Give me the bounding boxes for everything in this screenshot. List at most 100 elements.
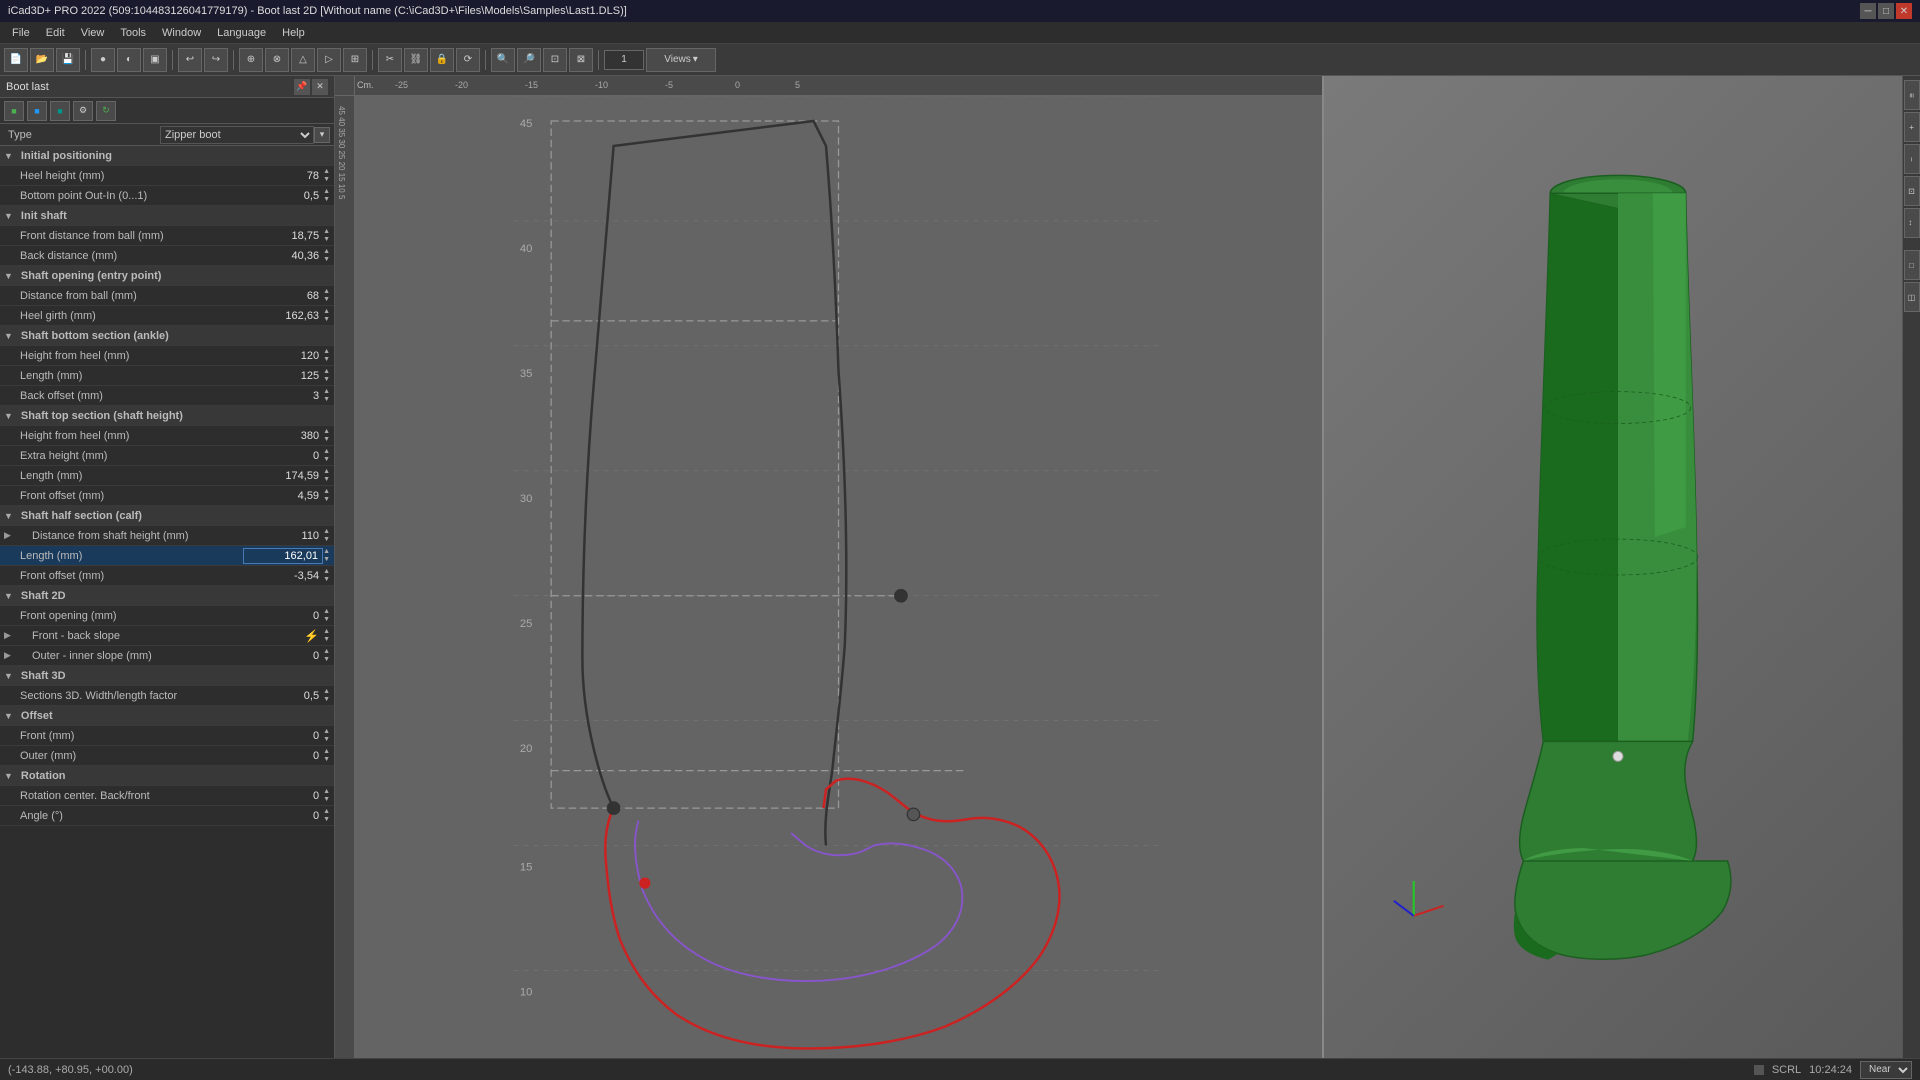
pt-refresh-btn[interactable]: ↻ — [96, 101, 116, 121]
tool-btn-4[interactable]: ⊕ — [239, 48, 263, 72]
type-row: Type Zipper boot Chelsea boot Ankle boot… — [0, 124, 334, 146]
circle-button[interactable]: ● — [91, 48, 115, 72]
rs-btn-4[interactable]: ⊡ — [1904, 176, 1920, 206]
tool-btn-3[interactable]: ▣ — [143, 48, 167, 72]
close-button[interactable]: ✕ — [1896, 3, 1912, 19]
section-label-shaft-half: Shaft half section (calf) — [17, 510, 330, 522]
tool-btn-8[interactable]: ⊞ — [343, 48, 367, 72]
zoom-out-button[interactable]: 🔎 — [517, 48, 541, 72]
tool-btn-10[interactable]: ⛓ — [404, 48, 428, 72]
new-button[interactable]: 📄 — [4, 48, 28, 72]
redo-button[interactable]: ↪ — [204, 48, 228, 72]
section-shaft-2d[interactable]: ▼ Shaft 2D — [0, 586, 334, 606]
maximize-button[interactable]: □ — [1878, 3, 1894, 19]
expand-arrow-dist[interactable]: ▶ — [4, 530, 16, 541]
menu-file[interactable]: File — [4, 25, 38, 41]
section-offset[interactable]: ▼ Offset — [0, 706, 334, 726]
pt-green-btn[interactable]: ■ — [4, 101, 24, 121]
section-init-shaft[interactable]: ▼ Init shaft — [0, 206, 334, 226]
rs-btn-3[interactable]: − — [1904, 144, 1920, 174]
left-panel: Boot last 📌 ✕ ■ ■ ■ ⚙ ↻ Type Zipper boot… — [0, 76, 335, 1058]
section-label-rotation: Rotation — [17, 770, 330, 782]
rs-btn-2[interactable]: + — [1904, 112, 1920, 142]
prop-heel-height: Heel height (mm) 78 ▲▼ — [0, 166, 334, 186]
menu-tools[interactable]: Tools — [112, 25, 154, 41]
tool-btn-2[interactable]: ◐ — [117, 48, 141, 72]
section-arrow-rotation: ▼ — [4, 771, 13, 781]
save-button[interactable]: 💾 — [56, 48, 80, 72]
rs-btn-6[interactable]: □ — [1904, 250, 1920, 280]
front-offset-half-arrows: ▲▼ — [323, 568, 330, 584]
pt-teal-btn[interactable]: ■ — [50, 101, 70, 121]
prop-heel-girth: Heel girth (mm) 162,63 ▲▼ — [0, 306, 334, 326]
tool-btn-7[interactable]: ▷ — [317, 48, 341, 72]
lock-button[interactable]: 🔒 — [430, 48, 454, 72]
boot-2d-svg: 45 40 35 30 25 20 15 10 — [355, 96, 1322, 1058]
tool-btn-12[interactable]: ⊠ — [569, 48, 593, 72]
type-arrow-btn[interactable]: ▾ — [314, 127, 330, 143]
menu-view[interactable]: View — [73, 25, 113, 41]
section-arrow-init-shaft: ▼ — [4, 211, 13, 221]
section-rotation[interactable]: ▼ Rotation — [0, 766, 334, 786]
views-dropdown[interactable]: Views▾ — [646, 48, 716, 72]
section-arrow-initial: ▼ — [4, 151, 13, 161]
right-sidebar: ≡ + − ⊡ ↔ □ ◫ — [1902, 76, 1920, 1058]
rs-btn-1[interactable]: ≡ — [1904, 80, 1920, 110]
prop-value-front-offset-half: -3,54 — [233, 570, 323, 582]
prop-label-front-dist-ball: Front distance from ball (mm) — [4, 230, 233, 242]
prop-rotation-center: Rotation center. Back/front 0 ▲▼ — [0, 786, 334, 806]
pt-tool-btn[interactable]: ⚙ — [73, 101, 93, 121]
prop-label-back-offset-bottom: Back offset (mm) — [4, 390, 233, 402]
ruler-label-0: 0 — [735, 80, 740, 90]
rotation-center-arrows: ▲▼ — [323, 788, 330, 804]
expand-arrow-slope[interactable]: ▶ — [4, 630, 16, 641]
prop-sections-3d: Sections 3D. Width/length factor 0,5 ▲▼ — [0, 686, 334, 706]
viewport-2d[interactable]: Cm. -25 -20 -15 -10 -5 0 5 45 40 35 30 2… — [335, 76, 1322, 1058]
tool-btn-11[interactable]: ⟳ — [456, 48, 480, 72]
viewport-3d[interactable] — [1322, 76, 1902, 1058]
tool-btn-9[interactable]: ✂ — [378, 48, 402, 72]
tool-btn-5[interactable]: ⊗ — [265, 48, 289, 72]
panel-close-button[interactable]: ✕ — [312, 79, 328, 95]
open-button[interactable]: 📂 — [30, 48, 54, 72]
views-label: Views — [664, 54, 691, 65]
minimize-button[interactable]: ─ — [1860, 3, 1876, 19]
zoom-fit-button[interactable]: ⊡ — [543, 48, 567, 72]
section-shaft-bottom[interactable]: ▼ Shaft bottom section (ankle) — [0, 326, 334, 346]
expand-arrow-outer[interactable]: ▶ — [4, 650, 16, 661]
rs-btn-7[interactable]: ◫ — [1904, 282, 1920, 312]
section-shaft-opening[interactable]: ▼ Shaft opening (entry point) — [0, 266, 334, 286]
canvas-area[interactable]: 45 40 35 30 25 20 15 10 — [355, 96, 1322, 1058]
toolbar-sep-1 — [85, 50, 86, 70]
section-label-shaft-3d: Shaft 3D — [17, 670, 330, 682]
section-shaft-3d[interactable]: ▼ Shaft 3D — [0, 666, 334, 686]
section-shaft-top[interactable]: ▼ Shaft top section (shaft height) — [0, 406, 334, 426]
front-dist-ball-arrows: ▲▼ — [323, 228, 330, 244]
prop-front-back-slope[interactable]: ▶ Front - back slope ⚡ ▲▼ — [0, 626, 334, 646]
prop-length-half[interactable]: Length (mm) ▲▼ — [0, 546, 334, 566]
prop-value-outer-inner-slope: 0 — [233, 650, 323, 662]
undo-button[interactable]: ↩ — [178, 48, 202, 72]
extra-height-arrows: ▲▼ — [323, 448, 330, 464]
panel-pin-button[interactable]: 📌 — [294, 79, 310, 95]
menu-edit[interactable]: Edit — [38, 25, 73, 41]
prop-label-length-half: Length (mm) — [4, 550, 243, 562]
prop-value-front-dist-ball: 18,75 — [233, 230, 323, 242]
prop-bottom-point: Bottom point Out-In (0...1) 0,5 ▲▼ — [0, 186, 334, 206]
prop-input-length-half[interactable] — [243, 548, 323, 564]
pt-blue-btn[interactable]: ■ — [27, 101, 47, 121]
menu-help[interactable]: Help — [274, 25, 313, 41]
section-shaft-half[interactable]: ▼ Shaft half section (calf) — [0, 506, 334, 526]
rs-btn-5[interactable]: ↔ — [1904, 208, 1920, 238]
page-number-input[interactable] — [604, 50, 644, 70]
type-select[interactable]: Zipper boot Chelsea boot Ankle boot — [160, 126, 314, 144]
section-initial-positioning[interactable]: ▼ Initial positioning — [0, 146, 334, 166]
menu-language[interactable]: Language — [209, 25, 274, 41]
ruler-top: Cm. -25 -20 -15 -10 -5 0 5 — [335, 76, 1322, 96]
snap-select[interactable]: Near Grid Free — [1860, 1061, 1912, 1079]
section-arrow-shaft-opening: ▼ — [4, 271, 13, 281]
ruler-left-label: 45 40 35 30 25 20 15 10 5 — [337, 106, 346, 199]
zoom-in-button[interactable]: 🔍 — [491, 48, 515, 72]
menu-window[interactable]: Window — [154, 25, 209, 41]
tool-btn-6[interactable]: △ — [291, 48, 315, 72]
